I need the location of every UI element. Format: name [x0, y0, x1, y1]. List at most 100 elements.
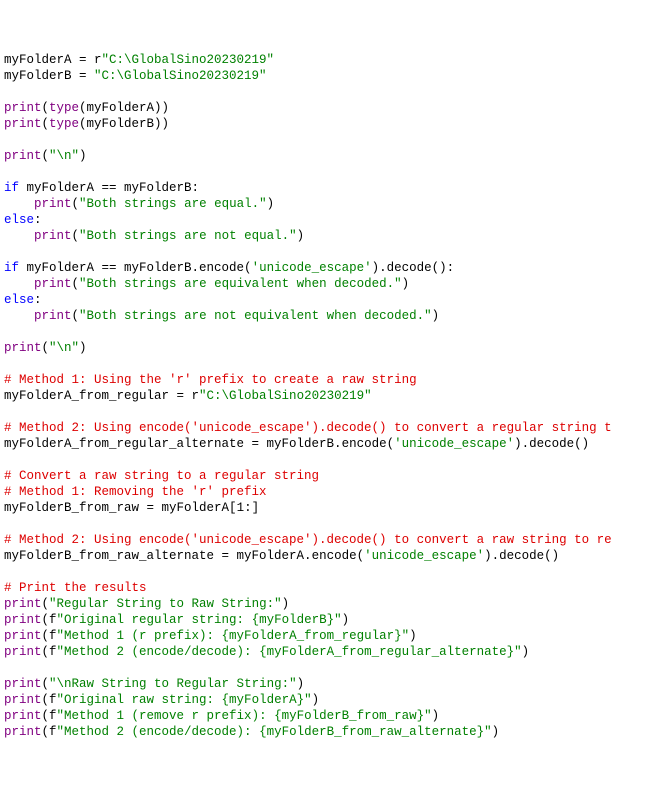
token-str: 'unicode_escape' — [364, 549, 484, 563]
code-line — [4, 244, 644, 260]
token-bi: type — [49, 101, 79, 115]
token-kw: else — [4, 293, 34, 307]
token-num: 1 — [237, 501, 245, 515]
code-line: print(f"Original regular string: {myFold… — [4, 612, 644, 628]
code-line — [4, 516, 644, 532]
token-op: = — [72, 69, 95, 83]
code-line: if myFolderA == myFolderB.encode('unicod… — [4, 260, 644, 276]
code-line — [4, 660, 644, 676]
code-line: else: — [4, 292, 644, 308]
code-line: print(f"Original raw string: {myFolderA}… — [4, 692, 644, 708]
token-str: "Both strings are not equal." — [79, 229, 297, 243]
token-str: "C:\GlobalSino20230219" — [94, 69, 267, 83]
token-str: "Both strings are equal." — [79, 197, 267, 211]
token-str: "\nRaw String to Regular String:" — [49, 677, 297, 691]
token-op: = myFolderA.encode( — [214, 549, 364, 563]
code-line: else: — [4, 212, 644, 228]
token-bi: print — [4, 341, 42, 355]
token-str: "Method 1 (r prefix): {myFolderA_from_re… — [57, 629, 410, 643]
token-str: "Both strings are not equivalent when de… — [79, 309, 432, 323]
code-line — [4, 404, 644, 420]
code-line: myFolderA = r"C:\GlobalSino20230219" — [4, 52, 644, 68]
code-line: # Method 2: Using encode('unicode_escape… — [4, 532, 644, 548]
token-bi: print — [4, 709, 42, 723]
token-op: ).decode() — [514, 437, 589, 451]
code-line: if myFolderA == myFolderB: — [4, 180, 644, 196]
token-op: ) — [297, 677, 305, 691]
token-str: "C:\GlobalSino20230219" — [102, 53, 275, 67]
token-cm: # Method 2: Using encode('unicode_escape… — [4, 533, 612, 547]
token-bi: print — [4, 645, 42, 659]
token-op: = r — [169, 389, 199, 403]
code-line: print(type(myFolderB)) — [4, 116, 644, 132]
code-line — [4, 164, 644, 180]
token-bi: print — [4, 677, 42, 691]
token-op: ) — [282, 597, 290, 611]
token-op: myFolderA == myFolderB.encode( — [19, 261, 252, 275]
code-line: myFolderB_from_raw = myFolderA[1:] — [4, 500, 644, 516]
token-cm: # Method 1: Removing the 'r' prefix — [4, 485, 267, 499]
token-cm: # Convert a raw string to a regular stri… — [4, 469, 319, 483]
code-line: # Method 1: Removing the 'r' prefix — [4, 484, 644, 500]
token-op: ) — [79, 341, 87, 355]
code-line: print(f"Method 2 (encode/decode): {myFol… — [4, 644, 644, 660]
code-line: # Method 1: Using the 'r' prefix to crea… — [4, 372, 644, 388]
token-cm: # Method 1: Using the 'r' prefix to crea… — [4, 373, 417, 387]
code-line: print("Both strings are equivalent when … — [4, 276, 644, 292]
code-line: print(type(myFolderA)) — [4, 100, 644, 116]
code-line: print(f"Method 1 (r prefix): {myFolderA_… — [4, 628, 644, 644]
token-kw: if — [4, 181, 19, 195]
code-line: print("Regular String to Raw String:") — [4, 596, 644, 612]
token-id: myFolderB — [4, 69, 72, 83]
token-id: myFolderA — [4, 53, 72, 67]
token-op: ).decode() — [484, 549, 559, 563]
token-op: = r — [72, 53, 102, 67]
token-bi: print — [4, 101, 42, 115]
token-bi: print — [34, 229, 72, 243]
token-op: ) — [79, 149, 87, 163]
token-bi: print — [4, 629, 42, 643]
code-line: print("Both strings are equal.") — [4, 196, 644, 212]
token-op: ) — [409, 629, 417, 643]
token-str: "Method 2 (encode/decode): {myFolderB_fr… — [57, 725, 492, 739]
token-cm: # Method 2: Using encode('unicode_escape… — [4, 421, 612, 435]
token-op — [4, 197, 34, 211]
code-line: myFolderB_from_raw_alternate = myFolderA… — [4, 548, 644, 564]
token-bi: print — [4, 597, 42, 611]
code-line: # Method 2: Using encode('unicode_escape… — [4, 420, 644, 436]
token-kw: else — [4, 213, 34, 227]
token-op: (f — [42, 629, 57, 643]
code-line: print("\n") — [4, 340, 644, 356]
code-line — [4, 564, 644, 580]
token-str: "\n" — [49, 149, 79, 163]
code-line: # Print the results — [4, 580, 644, 596]
token-bi: print — [4, 693, 42, 707]
code-line: myFolderA_from_regular = r"C:\GlobalSino… — [4, 388, 644, 404]
code-line: # Convert a raw string to a regular stri… — [4, 468, 644, 484]
code-line — [4, 452, 644, 468]
token-op: ) — [267, 197, 275, 211]
token-op: (f — [42, 709, 57, 723]
token-op: :] — [244, 501, 259, 515]
code-line — [4, 84, 644, 100]
token-op — [4, 309, 34, 323]
code-line — [4, 356, 644, 372]
token-op: ) — [312, 693, 320, 707]
token-bi: print — [4, 613, 42, 627]
code-line: print("Both strings are not equal.") — [4, 228, 644, 244]
token-bi: print — [34, 277, 72, 291]
token-op: ( — [42, 101, 50, 115]
token-op: ( — [72, 277, 80, 291]
token-id: myFolderA_from_regular — [4, 389, 169, 403]
token-op — [4, 277, 34, 291]
token-op: ) — [297, 229, 305, 243]
code-block: myFolderA = r"C:\GlobalSino20230219"myFo… — [4, 52, 644, 740]
token-op: ( — [72, 197, 80, 211]
token-op: ) — [432, 309, 440, 323]
token-id: myFolderB_from_raw_alternate — [4, 549, 214, 563]
code-line: print("\n") — [4, 148, 644, 164]
token-bi: type — [49, 117, 79, 131]
token-str: "C:\GlobalSino20230219" — [199, 389, 372, 403]
token-cm: # Print the results — [4, 581, 147, 595]
token-id: myFolderB_from_raw — [4, 501, 139, 515]
